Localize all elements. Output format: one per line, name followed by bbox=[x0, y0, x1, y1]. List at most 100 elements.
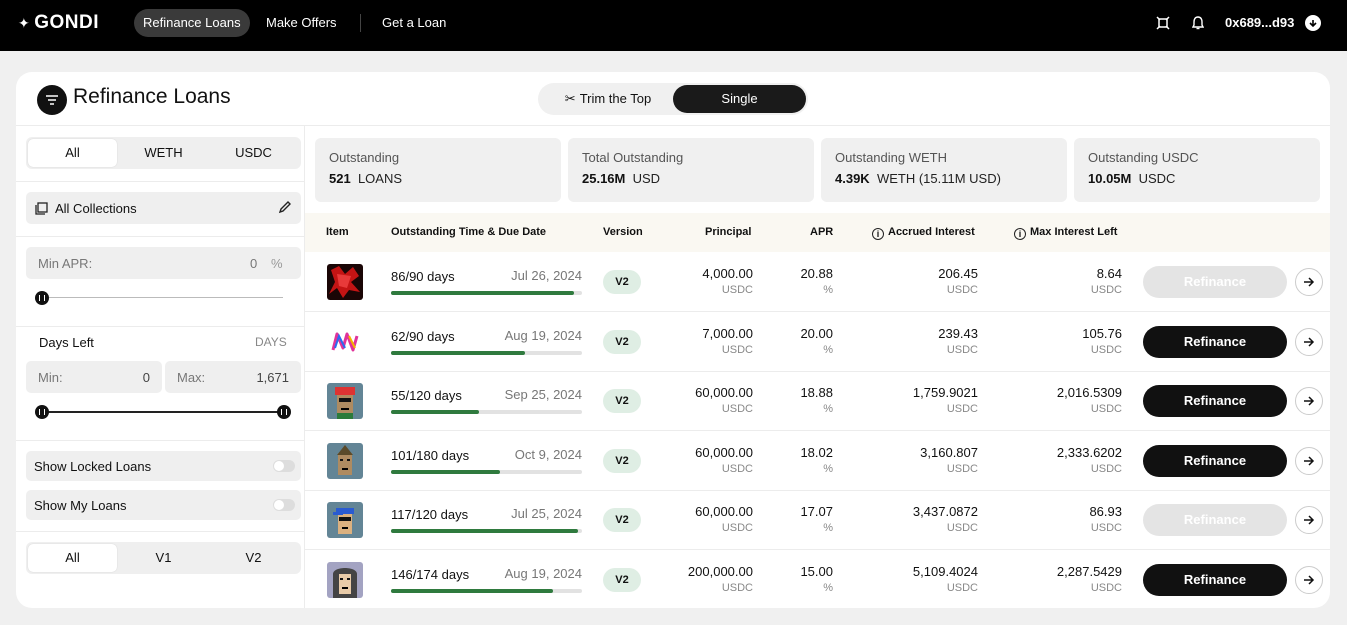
accrued-cell: 1,759.9021 USDC bbox=[858, 385, 978, 415]
version-v2[interactable]: V2 bbox=[209, 544, 298, 572]
show-locked-switch[interactable] bbox=[273, 460, 295, 472]
col-time[interactable]: Outstanding Time & Due Date bbox=[391, 226, 546, 238]
max-left-cell: 86.93 USDC bbox=[1002, 504, 1122, 534]
nav-tab-refinance-loans[interactable]: Refinance Loans bbox=[134, 9, 250, 37]
refinance-button[interactable]: Refinance bbox=[1143, 504, 1287, 537]
currency-all[interactable]: All bbox=[28, 139, 117, 167]
collection-icon bbox=[35, 202, 48, 215]
row-detail-button[interactable] bbox=[1295, 387, 1323, 416]
table-row[interactable]: 55/120 days Sep 25, 2024 V2 60,000.00 USD… bbox=[305, 371, 1330, 432]
nft-thumbnail[interactable] bbox=[327, 502, 363, 539]
outstanding-days: 62/90 days bbox=[391, 328, 455, 344]
nft-thumbnail[interactable] bbox=[327, 383, 363, 420]
refinance-button[interactable]: Refinance bbox=[1143, 385, 1287, 418]
col-principal[interactable]: Principal bbox=[705, 226, 751, 238]
toggle-single[interactable]: Single bbox=[673, 85, 806, 113]
currency-usdc[interactable]: USDC bbox=[209, 139, 298, 167]
table-row[interactable]: 86/90 days Jul 26, 2024 V2 4,000.00 USDC … bbox=[305, 252, 1330, 312]
currency-weth[interactable]: WETH bbox=[119, 139, 208, 167]
loans-table-header: Item Outstanding Time & Due Date Version… bbox=[305, 213, 1330, 252]
min-apr-field[interactable]: Min APR: 0 % bbox=[26, 247, 301, 279]
days-slider-max-handle[interactable] bbox=[277, 405, 291, 419]
days-min-field[interactable]: Min: 0 bbox=[26, 361, 162, 393]
col-version[interactable]: Version bbox=[603, 226, 643, 238]
days-max-field[interactable]: Max: 1,671 bbox=[165, 361, 301, 393]
days-max-label: Max: bbox=[177, 370, 206, 385]
nft-thumbnail[interactable] bbox=[327, 442, 363, 479]
col-item[interactable]: Item bbox=[326, 226, 349, 238]
max-left-unit: USDC bbox=[1090, 462, 1122, 475]
apr-value: 20.00 bbox=[800, 325, 833, 341]
apr-unit: % bbox=[823, 343, 833, 356]
toggle-trim-label: Trim the Top bbox=[579, 91, 652, 106]
stat-value: 521 bbox=[329, 171, 351, 186]
info-icon: i bbox=[1014, 228, 1026, 240]
show-locked-loans-row[interactable]: Show Locked Loans bbox=[26, 451, 301, 481]
stat-total-outstanding: Total Outstanding 25.16M USD bbox=[568, 138, 814, 202]
refinance-button[interactable]: Refinance bbox=[1143, 325, 1287, 358]
nav-tab-make-offers[interactable]: Make Offers bbox=[257, 9, 346, 37]
row-detail-button[interactable] bbox=[1295, 446, 1323, 475]
wallet-menu-icon[interactable] bbox=[1305, 15, 1321, 31]
max-left-unit: USDC bbox=[1090, 284, 1122, 296]
version-v1[interactable]: V1 bbox=[119, 544, 208, 572]
table-row[interactable]: 62/90 days Aug 19, 2024 V2 7,000.00 USDC … bbox=[305, 312, 1330, 372]
nft-thumbnail[interactable] bbox=[327, 323, 363, 360]
nft-thumbnail[interactable] bbox=[327, 562, 363, 598]
version-all[interactable]: All bbox=[28, 544, 117, 572]
table-row[interactable]: 146/174 days Aug 19, 2024 V2 200,000.00 U… bbox=[305, 550, 1330, 608]
min-apr-label: Min APR: bbox=[38, 256, 93, 271]
collections-label: All Collections bbox=[55, 201, 137, 216]
stat-value-row: 521 LOANS bbox=[329, 171, 547, 186]
collections-selector[interactable]: All Collections bbox=[26, 192, 301, 224]
days-slider-track[interactable] bbox=[46, 411, 283, 413]
apr-value: 18.88 bbox=[800, 385, 833, 401]
col-accrued-label: Accrued Interest bbox=[888, 226, 975, 238]
days-min-value[interactable]: 0 bbox=[143, 370, 150, 385]
principal-cell: 60,000.00 USDC bbox=[653, 504, 753, 534]
row-detail-button[interactable] bbox=[1295, 566, 1323, 594]
loot-icon[interactable] bbox=[1154, 14, 1172, 32]
table-row[interactable]: 101/180 days Oct 9, 2024 V2 60,000.00 USD… bbox=[305, 431, 1330, 491]
row-detail-button[interactable] bbox=[1295, 268, 1323, 296]
max-left-value: 2,016.5309 bbox=[1056, 385, 1122, 401]
days-slider-min-handle[interactable] bbox=[35, 405, 49, 419]
apr-slider-track[interactable] bbox=[46, 297, 283, 298]
col-max-left[interactable]: i Max Interest Left bbox=[1014, 226, 1117, 240]
refinance-button[interactable]: Refinance bbox=[1143, 564, 1287, 596]
progress-fill bbox=[391, 469, 500, 474]
refinance-button[interactable]: Refinance bbox=[1143, 266, 1287, 298]
version-badge: V2 bbox=[603, 448, 641, 473]
stat-label: Outstanding USDC bbox=[1088, 150, 1199, 165]
col-apr[interactable]: APR bbox=[810, 226, 833, 238]
info-icon: i bbox=[872, 228, 884, 240]
refinance-button[interactable]: Refinance bbox=[1143, 444, 1287, 477]
min-apr-value[interactable]: 0 bbox=[250, 256, 257, 271]
gondi-logo[interactable]: ✦ GONDI bbox=[18, 12, 99, 34]
principal-value: 4,000.00 bbox=[702, 266, 753, 281]
progress-bar bbox=[391, 350, 582, 355]
nft-thumbnail[interactable] bbox=[327, 264, 363, 300]
divider bbox=[16, 236, 305, 237]
accrued-unit: USDC bbox=[946, 462, 978, 475]
bell-icon[interactable] bbox=[1189, 14, 1207, 32]
col-accrued[interactable]: i Accrued Interest bbox=[872, 226, 975, 240]
nav-tab-get-a-loan[interactable]: Get a Loan bbox=[373, 9, 455, 37]
version-badge: V2 bbox=[603, 508, 641, 533]
row-detail-button[interactable] bbox=[1295, 506, 1323, 535]
due-date: Jul 25, 2024 bbox=[511, 506, 582, 522]
days-max-value[interactable]: 1,671 bbox=[256, 370, 289, 385]
apr-slider-handle[interactable] bbox=[35, 291, 49, 305]
show-my-loans-row[interactable]: Show My Loans bbox=[26, 490, 301, 520]
filter-button[interactable] bbox=[37, 85, 67, 115]
row-detail-button[interactable] bbox=[1295, 327, 1323, 356]
show-my-switch[interactable] bbox=[273, 499, 295, 511]
progress-fill bbox=[391, 291, 575, 295]
table-row[interactable]: 117/120 days Jul 25, 2024 V2 60,000.00 US… bbox=[305, 490, 1330, 551]
toggle-trim-the-top[interactable]: ✂ Trim the Top bbox=[544, 85, 672, 113]
stat-unit: WETH (15.11M USD) bbox=[876, 171, 1001, 186]
wallet-address[interactable]: 0x689...d93 bbox=[1225, 15, 1294, 30]
stat-outstanding: Outstanding 521 LOANS bbox=[315, 138, 561, 202]
due-date: Aug 19, 2024 bbox=[504, 327, 582, 343]
filter-sidebar: All WETH USDC All Collections Min APR: 0… bbox=[16, 126, 305, 608]
